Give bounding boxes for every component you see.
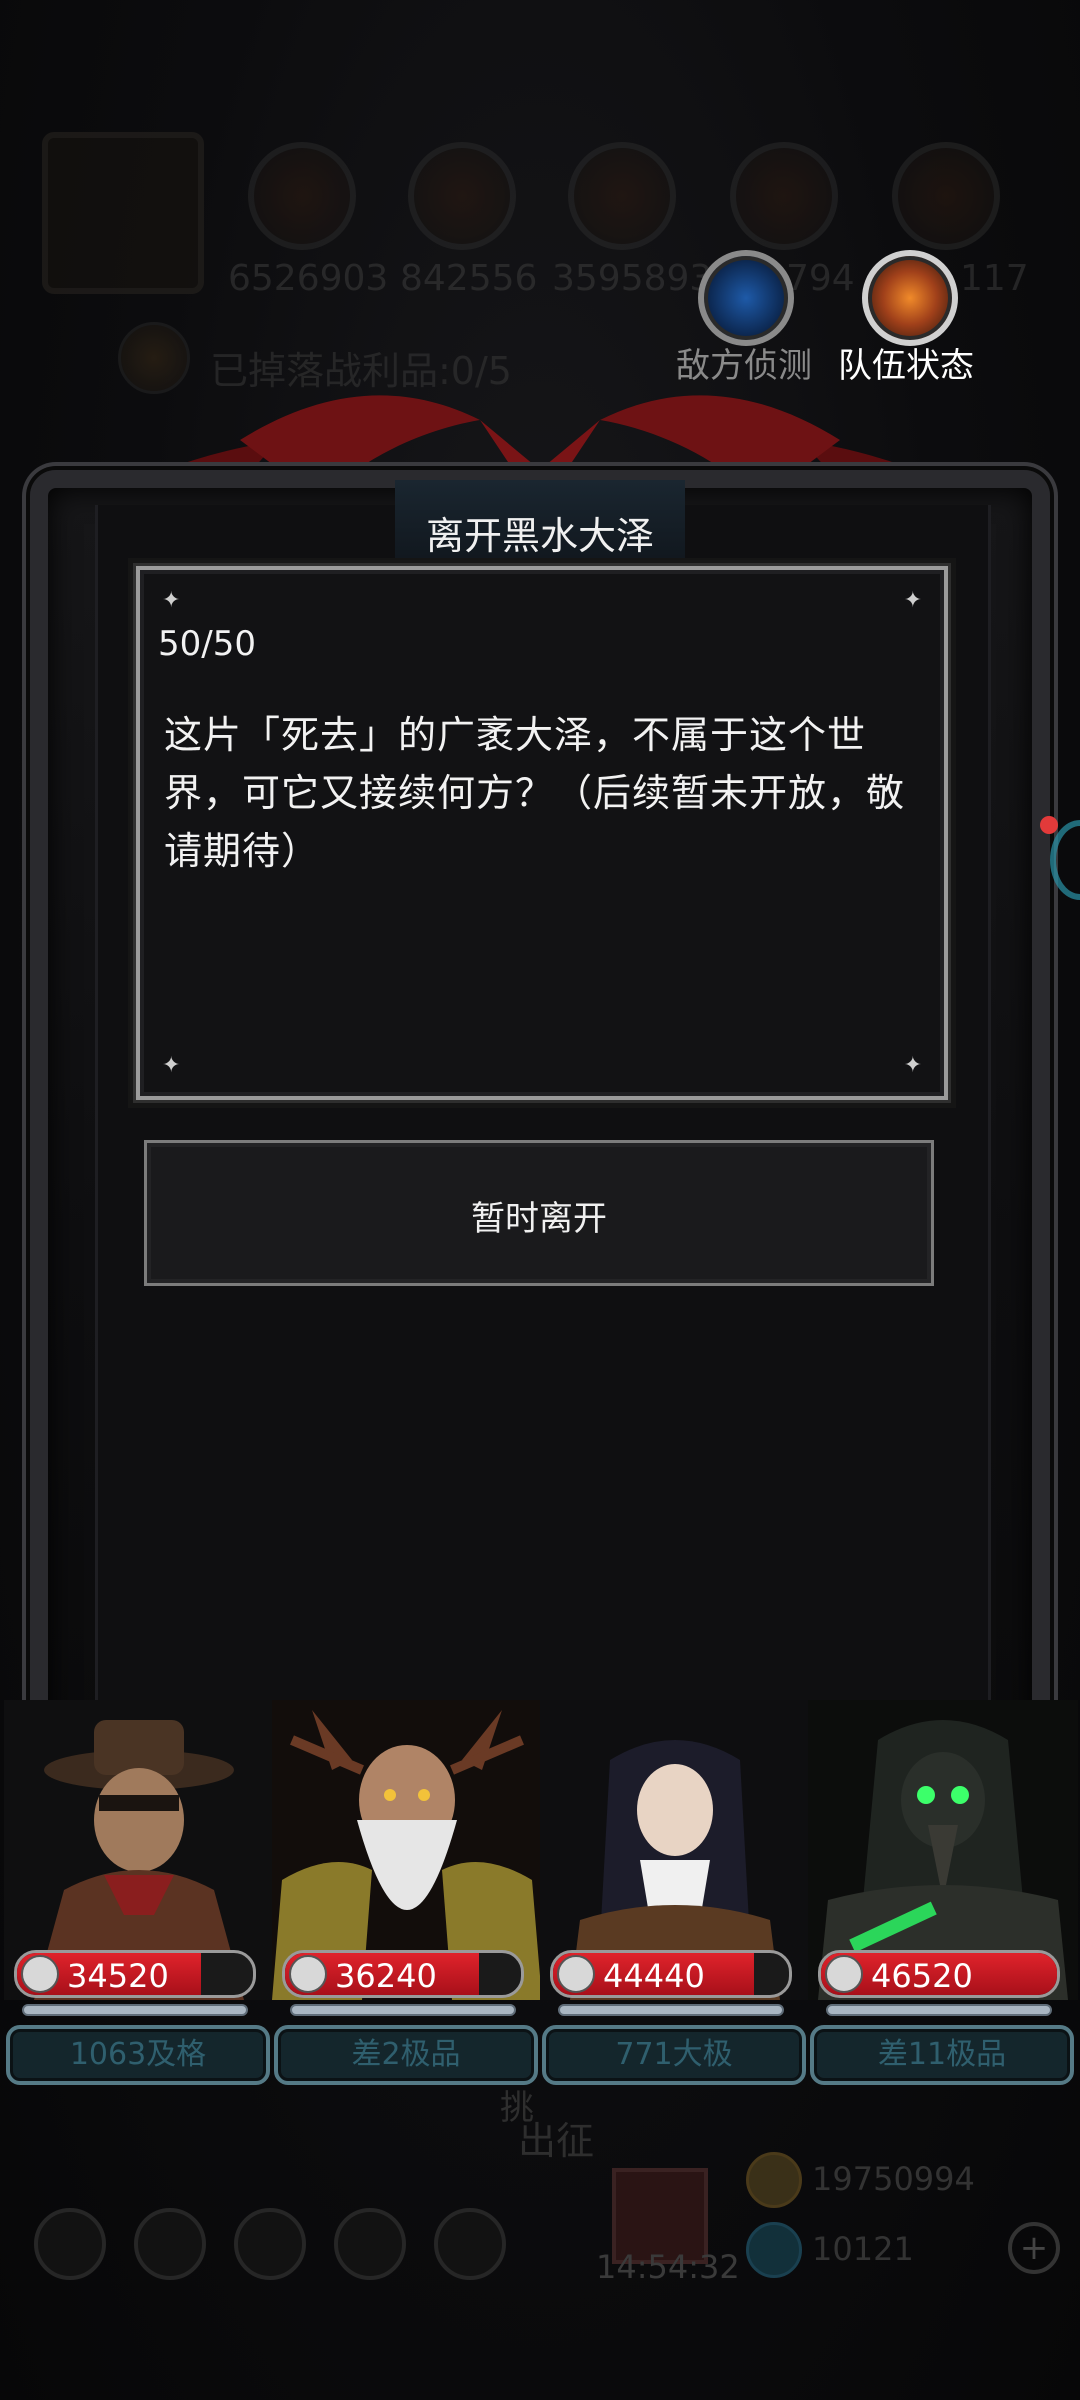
resource-icon-3 — [568, 142, 676, 250]
hero-card[interactable]: 36240 差2极品 — [272, 1700, 542, 2090]
resource-value-4: 794 — [786, 258, 855, 299]
dialog-title: 离开黑水大泽 — [425, 514, 654, 558]
power-value: 36240 — [335, 1957, 437, 1995]
timer: 14:54:32 — [596, 2248, 740, 2286]
exp-bar — [558, 2004, 784, 2016]
quality-button[interactable]: 1063及格 — [6, 2025, 270, 2085]
resource-icon-1 — [248, 142, 356, 250]
hero-card[interactable]: 44440 771大极 — [540, 1700, 810, 2090]
exp-bar — [22, 2004, 248, 2016]
gold-coin-icon — [746, 2152, 802, 2208]
leave-button-label: 暂时离开 — [471, 1199, 607, 1239]
power-bar: 34520 — [14, 1950, 256, 1998]
hero-card[interactable]: 34520 1063及格 — [4, 1700, 274, 2090]
hero-card[interactable]: 46520 差11极品 — [808, 1700, 1078, 2090]
quality-button[interactable]: 差11极品 — [810, 2025, 1074, 2085]
corner-star-icon: ✦ — [903, 588, 922, 613]
sword-power-icon — [21, 1955, 59, 1993]
power-bar: 46520 — [818, 1950, 1060, 1998]
resource-value-5: 117 — [960, 258, 1029, 299]
menu-icon-5[interactable] — [434, 2208, 506, 2280]
story-text: 这片「死去」的广袤大泽，不属于这个世界，可它又接续何方？（后续暂未开放，敬请期待… — [164, 713, 906, 873]
power-value: 44440 — [603, 1957, 705, 1995]
menu-icon-3[interactable] — [234, 2208, 306, 2280]
menu-icon-1[interactable] — [34, 2208, 106, 2280]
power-bar: 44440 — [550, 1950, 792, 1998]
sword-power-icon — [825, 1955, 863, 1993]
challenge-label: 挑 — [500, 2088, 534, 2128]
resource-value-3: 3595893 — [552, 258, 713, 299]
resource-icon-2 — [408, 142, 516, 250]
power-bar: 36240 — [282, 1950, 524, 1998]
corner-star-icon: ✦ — [162, 1053, 181, 1078]
team-status-icon[interactable] — [862, 250, 958, 346]
menu-icon-4[interactable] — [334, 2208, 406, 2280]
enemy-scan-icon[interactable] — [698, 250, 794, 346]
gem-icon — [746, 2222, 802, 2278]
sword-power-icon — [289, 1955, 327, 1993]
leave-temporarily-button[interactable]: 暂时离开 — [144, 1140, 934, 1286]
corner-star-icon: ✦ — [162, 588, 181, 613]
resource-icon-5 — [892, 142, 1000, 250]
notification-dot — [1040, 816, 1058, 834]
sword-power-icon — [557, 1955, 595, 1993]
player-avatar — [42, 132, 204, 294]
add-currency-icon[interactable]: + — [1008, 2222, 1060, 2274]
exp-bar — [826, 2004, 1052, 2016]
resource-value-1: 6526903 — [228, 258, 389, 299]
gold-amount: 19750994 — [812, 2160, 975, 2198]
quality-button[interactable]: 差2极品 — [274, 2025, 538, 2085]
gem-amount: 10121 — [812, 2230, 914, 2268]
resource-icon-4 — [730, 142, 838, 250]
exp-bar — [290, 2004, 516, 2016]
resource-value-2: 842556 — [400, 258, 538, 299]
power-value: 46520 — [871, 1957, 973, 1995]
corner-star-icon: ✦ — [903, 1053, 922, 1078]
progress-counter: 50/50 — [158, 624, 256, 664]
menu-icon-2[interactable] — [134, 2208, 206, 2280]
quality-button[interactable]: 771大极 — [542, 2025, 806, 2085]
power-value: 34520 — [67, 1957, 169, 1995]
